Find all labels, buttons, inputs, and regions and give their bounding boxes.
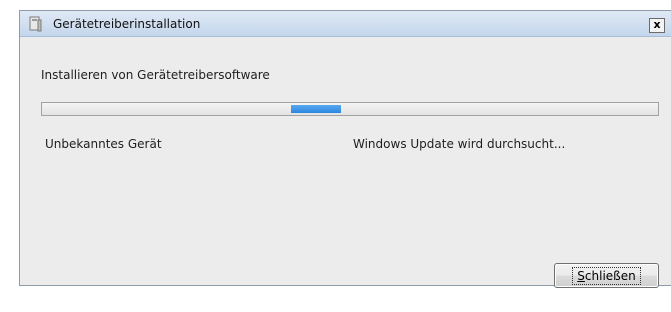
install-heading: Installieren von Gerätetreibersoftware <box>41 68 270 82</box>
title-bar[interactable]: Gerätetreiberinstallation x <box>20 11 671 37</box>
window-title: Gerätetreiberinstallation <box>53 17 201 31</box>
close-button-label: Schließen <box>572 266 641 285</box>
device-name: Unbekanntes Gerät <box>45 137 162 151</box>
driver-install-dialog: Gerätetreiberinstallation x Installieren… <box>19 10 671 288</box>
device-driver-icon <box>29 16 42 32</box>
status-text: Windows Update wird durchsucht... <box>353 137 566 151</box>
progress-marquee <box>291 105 341 113</box>
close-icon[interactable]: x <box>649 18 665 33</box>
progress-bar <box>41 102 659 116</box>
close-button[interactable]: Schließen <box>554 263 659 288</box>
